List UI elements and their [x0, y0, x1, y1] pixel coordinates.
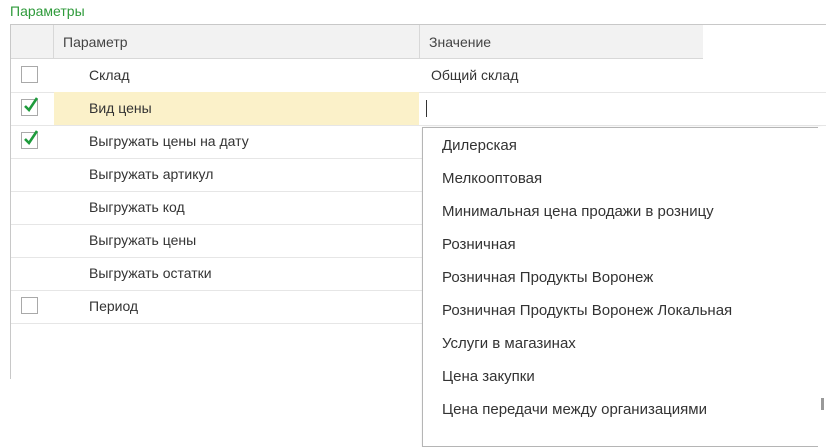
param-label: Выгружать остатки — [89, 265, 212, 281]
param-label: Вид цены — [89, 100, 152, 116]
dropdown-option[interactable]: Цена передачи между организациями — [442, 401, 707, 418]
dropdown-option[interactable]: Цена закупки — [442, 368, 535, 385]
dropdown-option[interactable]: Мелкооптовая — [442, 170, 542, 187]
param-cell: Выгружать код — [54, 191, 419, 224]
dropdown-option[interactable]: Розничная — [442, 236, 516, 253]
text-cursor — [426, 100, 427, 117]
param-cell: Период — [54, 290, 419, 323]
header-check-column — [11, 25, 54, 58]
param-label: Выгружать цены на дату — [89, 133, 249, 149]
row-checkbox[interactable] — [21, 66, 38, 83]
value-cell[interactable]: Общий склад — [431, 67, 518, 83]
header-param-column[interactable]: Параметр — [54, 25, 420, 58]
param-cell: Выгружать артикул — [54, 158, 419, 191]
header-value-label: Значение — [429, 34, 492, 50]
dropdown-option[interactable]: Розничная Продукты Воронеж — [442, 269, 653, 286]
param-cell-selected: Вид цены — [54, 92, 419, 125]
check-mark-icon — [24, 97, 39, 113]
scroll-thumb[interactable] — [821, 398, 824, 410]
param-label: Выгружать цены — [89, 232, 197, 248]
param-cell: Выгружать цены на дату — [54, 125, 419, 158]
header-param-label: Параметр — [63, 34, 128, 50]
grid-header: Параметр Значение — [11, 25, 703, 59]
param-label: Период — [89, 298, 139, 314]
dropdown-option[interactable]: Услуги в магазинах — [442, 335, 576, 352]
param-cell: Склад — [54, 59, 419, 92]
table-row-vid-ceny[interactable]: Вид цены — [11, 92, 826, 126]
dropdown-option[interactable]: Розничная Продукты Воронеж Локальная — [442, 302, 732, 319]
dropdown-option[interactable]: Минимальная цена продажи в розницу — [442, 203, 714, 220]
row-checkbox[interactable] — [21, 297, 38, 314]
param-label: Склад — [89, 67, 130, 83]
price-type-dropdown-list[interactable]: Дилерская Мелкооптовая Минимальная цена … — [422, 127, 820, 447]
table-row-sklad[interactable]: Склад Общий склад — [11, 59, 826, 93]
param-label: Выгружать код — [89, 199, 185, 215]
check-mark-icon — [24, 130, 39, 146]
param-cell: Выгружать цены — [54, 224, 419, 257]
row-checkbox-checked[interactable] — [21, 97, 39, 116]
dropdown-option[interactable]: Дилерская — [442, 137, 517, 154]
panel-title: Параметры — [10, 3, 85, 19]
param-label: Выгружать артикул — [89, 166, 214, 182]
row-checkbox-checked[interactable] — [21, 130, 39, 149]
header-value-column[interactable]: Значение — [420, 25, 703, 58]
param-cell: Выгружать остатки — [54, 257, 419, 290]
